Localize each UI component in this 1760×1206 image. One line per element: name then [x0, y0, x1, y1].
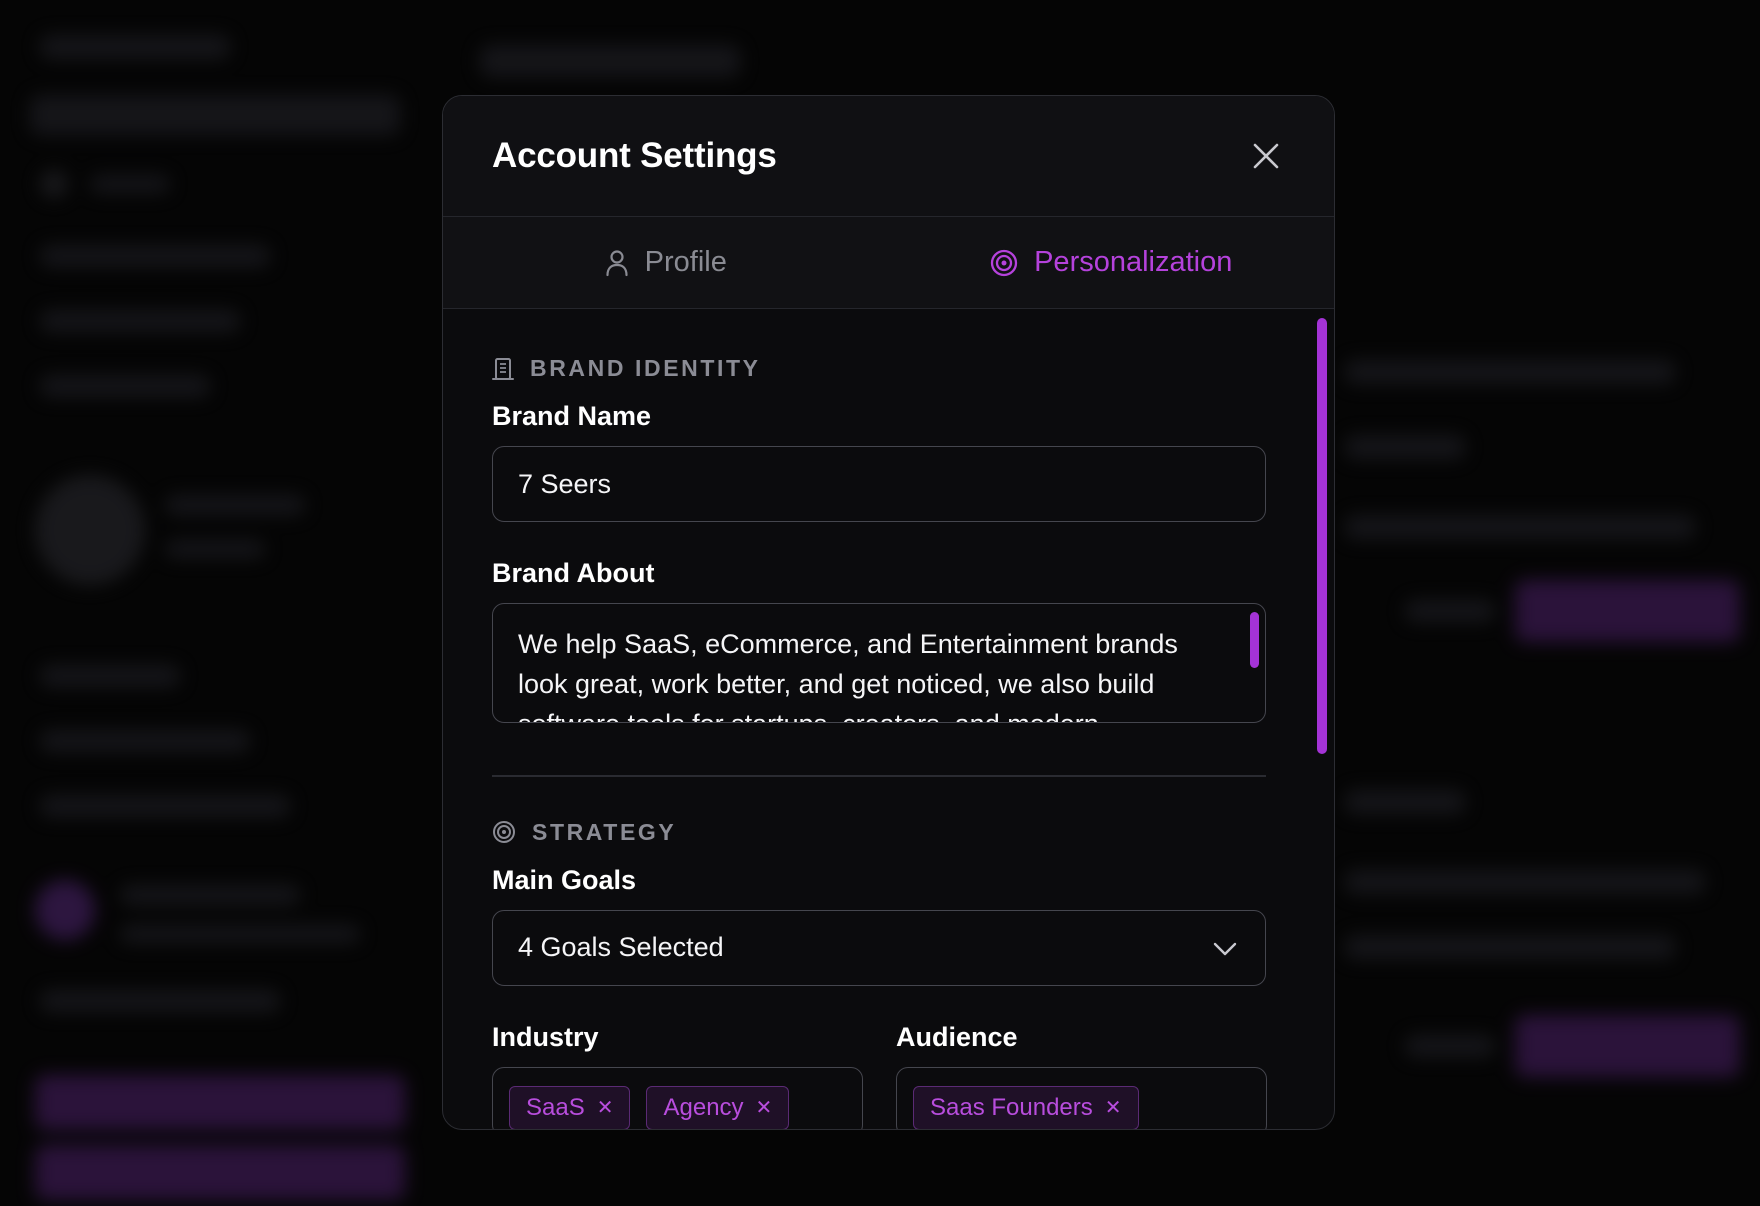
- personalization-panel[interactable]: BRAND IDENTITY Brand Name 7 Seers Brand …: [443, 309, 1334, 1129]
- tag-label: Agency: [663, 1093, 744, 1121]
- textarea-scrollbar[interactable]: [1250, 612, 1259, 668]
- brand-about-value: We help SaaS, eCommerce, and Entertainme…: [518, 629, 1178, 722]
- brand-name-value: 7 Seers: [518, 468, 612, 499]
- brand-about-label: Brand About: [492, 558, 655, 588]
- modal-title: Account Settings: [492, 136, 777, 175]
- building-icon: [492, 357, 514, 381]
- close-button[interactable]: [1248, 138, 1284, 174]
- main-goals-label: Main Goals: [492, 864, 637, 895]
- tag-label: Saas Founders: [930, 1093, 1093, 1121]
- industry-tag: Agency ✕: [646, 1085, 790, 1129]
- audience-tag: Saas Founders ✕: [913, 1085, 1139, 1129]
- tab-personalization-label: Personalization: [1034, 246, 1233, 278]
- industry-label: Industry: [492, 1021, 599, 1052]
- brand-identity-heading: BRAND IDENTITY: [492, 355, 1263, 382]
- tab-personalization[interactable]: Personalization: [889, 217, 1335, 308]
- user-icon: [605, 249, 629, 277]
- audience-label: Audience: [896, 1021, 1018, 1052]
- close-icon: [1253, 143, 1279, 169]
- brand-name-input[interactable]: 7 Seers: [492, 446, 1266, 522]
- tab-profile[interactable]: Profile: [443, 217, 889, 308]
- account-settings-modal: Account Settings Profile Personalization…: [442, 95, 1335, 1130]
- main-goals-value: 4 Goals Selected: [518, 932, 724, 962]
- industry-multiselect[interactable]: SaaS ✕ Agency ✕: [492, 1066, 863, 1129]
- main-goals-select[interactable]: 4 Goals Selected: [492, 909, 1266, 986]
- chevron-down-icon: [1213, 932, 1237, 963]
- brand-about-textarea[interactable]: We help SaaS, eCommerce, and Entertainme…: [492, 603, 1266, 723]
- audience-multiselect[interactable]: Saas Founders ✕: [896, 1066, 1267, 1129]
- modal-header: Account Settings: [443, 96, 1334, 217]
- remove-tag-icon[interactable]: ✕: [1105, 1095, 1122, 1120]
- section-divider: [492, 775, 1266, 777]
- brand-name-label: Brand Name: [492, 401, 652, 431]
- tag-label: SaaS: [526, 1093, 585, 1121]
- strategy-heading-text: STRATEGY: [532, 818, 677, 845]
- settings-tabs: Profile Personalization: [443, 217, 1334, 309]
- remove-tag-icon[interactable]: ✕: [597, 1095, 614, 1120]
- tab-profile-label: Profile: [644, 246, 727, 278]
- brand-identity-heading-text: BRAND IDENTITY: [530, 355, 761, 381]
- target-icon: [990, 249, 1018, 277]
- strategy-heading: STRATEGY: [492, 819, 1263, 846]
- remove-tag-icon[interactable]: ✕: [756, 1095, 773, 1120]
- industry-tag: SaaS ✕: [509, 1085, 631, 1129]
- target-icon: [492, 820, 516, 844]
